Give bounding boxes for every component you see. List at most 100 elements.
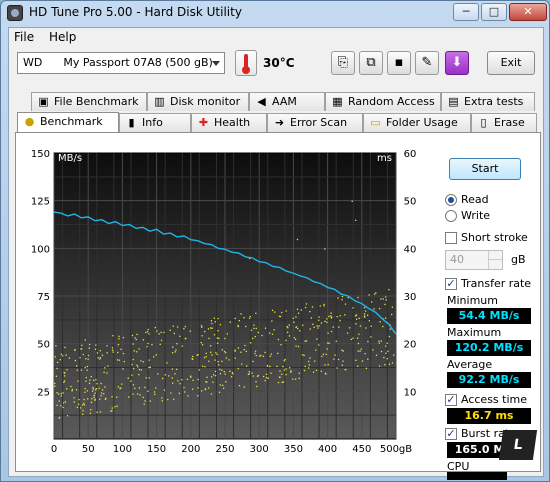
access-time-point	[308, 364, 310, 366]
access-time-point	[127, 377, 129, 379]
transfer-rate-checkbox[interactable]: ✓	[445, 278, 457, 290]
maximize-button[interactable]: □	[481, 3, 507, 21]
access-time-point	[192, 358, 194, 360]
access-time-point	[197, 387, 199, 389]
access-time-point	[84, 339, 86, 341]
access-time-point	[116, 405, 118, 407]
access-time-point	[89, 412, 92, 415]
access-time-point	[223, 350, 226, 353]
access-time-point	[161, 400, 163, 402]
copy-screenshot-button[interactable]: ⧉	[359, 51, 383, 75]
y-right-tick-label: 40	[404, 244, 417, 255]
tab-disk-monitor[interactable]: ▥ Disk monitor	[147, 92, 249, 111]
access-time-point	[342, 360, 344, 362]
close-button[interactable]: ✕	[509, 3, 547, 21]
access-time-point	[80, 348, 82, 350]
access-time-point	[321, 355, 323, 358]
menu-help[interactable]: Help	[49, 30, 76, 44]
access-time-point	[216, 337, 218, 339]
tab-file-benchmark[interactable]: ▣ File Benchmark	[31, 92, 147, 111]
access-time-point	[304, 306, 307, 309]
short-stroke-stepper[interactable]: 40	[445, 250, 503, 270]
access-time-point	[370, 336, 372, 338]
download-button[interactable]: ⬇	[445, 51, 469, 75]
copy-info-button[interactable]: ⎘	[331, 51, 355, 75]
access-time-point	[83, 398, 85, 401]
tab-extra-tests[interactable]: ▤ Extra tests	[441, 92, 535, 111]
access-time-point	[204, 330, 206, 333]
access-time-point	[288, 335, 291, 337]
access-time-point	[58, 416, 61, 419]
access-time-point	[161, 397, 163, 399]
access-time-point	[95, 379, 97, 381]
write-radio[interactable]	[445, 210, 457, 222]
access-time-point	[211, 327, 213, 329]
tab-random-access[interactable]: ▦ Random Access	[325, 92, 441, 111]
tab-label: Benchmark	[40, 115, 103, 128]
access-time-point	[148, 359, 150, 361]
app-disk-icon	[7, 5, 23, 21]
title-bar[interactable]: HD Tune Pro 5.00 - Hard Disk Utility ─ □…	[1, 1, 549, 25]
access-time-point	[111, 410, 113, 412]
access-time-point	[296, 238, 299, 241]
access-time-point	[237, 324, 239, 327]
access-time-point	[313, 326, 315, 329]
menu-file[interactable]: File	[14, 30, 34, 44]
access-time-point	[391, 313, 393, 316]
access-time-point	[176, 326, 179, 328]
access-time-point	[365, 367, 368, 370]
access-time-point	[266, 364, 269, 367]
access-time-point	[250, 329, 253, 331]
access-time-point	[328, 342, 330, 344]
access-time-point	[146, 345, 148, 348]
access-time-point	[364, 310, 367, 312]
access-time-point	[56, 361, 59, 364]
tab-health[interactable]: ✚ Health	[191, 113, 267, 132]
start-button[interactable]: Start	[449, 158, 521, 180]
access-time-point	[292, 378, 294, 380]
drive-select[interactable]: WD My Passport 07A8 (500 gB)	[17, 52, 225, 74]
access-time-point	[131, 374, 133, 376]
access-time-point	[208, 337, 210, 340]
access-time-checkbox[interactable]: ✓	[445, 394, 457, 406]
access-time-point	[155, 354, 157, 356]
access-time-point	[318, 325, 320, 327]
tab-aam[interactable]: ◀ AAM	[249, 92, 325, 111]
folder-icon: ▭	[370, 116, 381, 129]
access-time-point	[255, 381, 257, 383]
access-time-point	[168, 375, 170, 377]
access-time-point	[312, 371, 315, 373]
stepper-down-icon[interactable]	[488, 260, 502, 269]
tab-erase[interactable]: ▯ Erase	[471, 113, 537, 132]
access-time-point	[132, 384, 135, 386]
access-time-point	[327, 332, 329, 334]
access-time-point	[243, 317, 245, 319]
access-time-point	[181, 379, 183, 381]
access-time-point	[153, 356, 155, 358]
access-time-point	[222, 384, 224, 387]
access-time-point	[327, 363, 329, 366]
short-stroke-checkbox[interactable]	[445, 232, 457, 244]
access-time-point	[334, 354, 336, 356]
tab-label: File Benchmark	[54, 95, 139, 108]
access-time-point	[111, 396, 113, 398]
access-time-point	[223, 370, 225, 373]
exit-button[interactable]: Exit	[487, 51, 535, 75]
read-radio[interactable]	[445, 194, 457, 206]
burst-rate-checkbox[interactable]: ✓	[445, 428, 457, 440]
tab-info[interactable]: ▮ Info	[119, 113, 191, 132]
tab-folder-usage[interactable]: ▭ Folder Usage	[363, 113, 471, 132]
tab-benchmark[interactable]: ● Benchmark	[17, 112, 119, 132]
access-time-point	[278, 315, 281, 317]
stepper-up-icon[interactable]	[488, 251, 502, 260]
options-button[interactable]: ✎	[415, 51, 439, 75]
save-button[interactable]: ▪	[387, 51, 411, 75]
access-time-point	[62, 392, 64, 394]
access-time-point	[140, 360, 142, 362]
access-time-point	[338, 326, 340, 328]
access-time-point	[101, 392, 103, 394]
access-time-point	[386, 342, 388, 344]
minimize-button[interactable]: ─	[453, 3, 479, 21]
y-left-tick-label: 125	[31, 197, 50, 208]
tab-error-scan[interactable]: ➜ Error Scan	[267, 113, 363, 132]
